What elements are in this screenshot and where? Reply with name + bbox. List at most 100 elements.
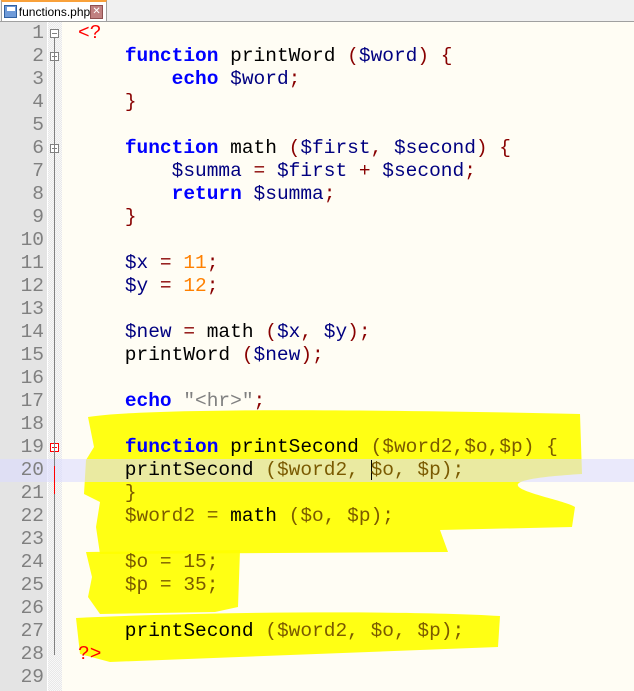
token-op: ; <box>206 551 219 573</box>
code-line[interactable]: 28 ?> <box>0 643 634 666</box>
token-op: = <box>148 252 184 274</box>
close-tab-button[interactable]: ✕ <box>90 4 103 19</box>
line-number: 19 <box>20 436 44 458</box>
token-op: ; <box>288 68 301 90</box>
code-line[interactable]: 7 $summa = $first + $second; <box>0 160 634 183</box>
token-var: $o <box>300 505 324 527</box>
code-text: printSecond ($word2, $o, $p); <box>78 459 464 482</box>
code-line[interactable]: 6 function math ($first, $second) { <box>0 137 634 160</box>
token-op: , <box>323 505 348 527</box>
code-editor[interactable]: 1 <? 2 function printWord ($word) {3 echo … <box>0 22 634 691</box>
code-line[interactable]: 26 <box>0 597 634 620</box>
code-text: $o = 15; <box>78 551 219 574</box>
token-num: 15 <box>183 551 207 573</box>
token-fn <box>78 390 125 412</box>
code-line[interactable]: 9 } <box>0 206 634 229</box>
code-line[interactable]: 5 <box>0 114 634 137</box>
code-line[interactable]: 1 <? <box>0 22 634 45</box>
fold-line <box>54 466 55 494</box>
token-op: ; <box>323 183 336 205</box>
token-op: ); <box>300 344 324 366</box>
token-op: ); <box>347 321 371 343</box>
line-number: 26 <box>20 597 44 619</box>
token-fn <box>78 505 125 527</box>
code-text: $word2 = math ($o, $p); <box>78 505 394 528</box>
line-number: 25 <box>20 574 44 596</box>
code-text: $new = math ($x, $y); <box>78 321 371 344</box>
fold-toggle-icon[interactable] <box>50 29 59 38</box>
code-line[interactable]: 17 echo "<hr>"; <box>0 390 634 413</box>
token-fn: printSecond <box>78 459 266 481</box>
code-line[interactable]: 25 $p = 35; <box>0 574 634 597</box>
code-text: $p = 35; <box>78 574 219 597</box>
token-kw: return <box>171 183 242 205</box>
token-op: ( <box>288 505 301 527</box>
code-line[interactable]: 2 function printWord ($word) { <box>0 45 634 68</box>
token-fn <box>242 183 254 205</box>
line-number: 7 <box>32 160 44 182</box>
tab-functions-php[interactable]: functions.php ✕ <box>1 0 107 21</box>
line-number: 11 <box>20 252 44 274</box>
token-var: $p <box>124 574 149 596</box>
code-line[interactable]: 13 <box>0 298 634 321</box>
line-number: 10 <box>20 229 44 251</box>
code-line[interactable]: 18 <box>0 413 634 436</box>
token-fn <box>78 91 125 113</box>
token-op: ) { <box>522 436 558 458</box>
code-line[interactable]: 11 $x = 11; <box>0 252 634 275</box>
token-op: ( <box>347 45 359 67</box>
token-op: ( <box>288 137 301 159</box>
token-op: = <box>241 160 277 182</box>
token-var: $x <box>276 321 301 343</box>
line-number: 21 <box>20 482 44 504</box>
code-line[interactable]: 24 $o = 15; <box>0 551 634 574</box>
tab-bar: functions.php ✕ <box>0 0 634 22</box>
line-number: 27 <box>20 620 44 642</box>
token-op: ; <box>206 275 219 297</box>
code-line[interactable]: 23 <box>0 528 634 551</box>
token-op: } <box>124 91 137 113</box>
fold-line <box>54 38 55 655</box>
code-line[interactable]: 3 echo $word; <box>0 68 634 91</box>
code-line[interactable]: 12 $y = 12; <box>0 275 634 298</box>
code-line[interactable]: 27 printSecond ($word2, $o, $p); <box>0 620 634 643</box>
code-line[interactable]: 22 $word2 = math ($o, $p); <box>0 505 634 528</box>
code-line[interactable]: 19 function printSecond ($word2,$o,$p) { <box>0 436 634 459</box>
token-var: $word2 <box>382 436 453 458</box>
token-op: ; <box>253 390 266 412</box>
line-number: 24 <box>20 551 44 573</box>
token-var: $p <box>347 505 371 527</box>
token-fn <box>78 321 125 343</box>
code-text: } <box>78 91 137 114</box>
code-line[interactable]: 16 <box>0 367 634 390</box>
code-line[interactable]: 14 $new = math ($x, $y); <box>0 321 634 344</box>
token-op: , <box>370 137 394 159</box>
code-text: } <box>78 206 137 229</box>
token-op: ) { <box>417 45 453 67</box>
code-text: function printSecond ($word2,$o,$p) { <box>78 436 558 459</box>
code-line[interactable]: 4 } <box>0 91 634 114</box>
token-op: = <box>148 551 184 573</box>
line-number: 29 <box>20 666 44 688</box>
code-line[interactable]: 10 <box>0 229 634 252</box>
token-fn: math <box>230 505 289 527</box>
line-number: 3 <box>32 68 44 90</box>
line-number: 28 <box>20 643 44 665</box>
token-var: $word <box>230 68 289 90</box>
token-op: ; <box>464 160 476 182</box>
token-fn <box>78 252 125 274</box>
code-text: $y = 12; <box>78 275 219 298</box>
token-op: , <box>347 459 371 481</box>
code-text: <? <box>78 22 101 45</box>
code-line[interactable]: 20 printSecond ($word2, $o, $p); <box>0 459 634 482</box>
code-line[interactable]: 15 printWord ($new); <box>0 344 634 367</box>
token-var: $word <box>358 45 418 67</box>
code-line[interactable]: 21 } <box>0 482 634 505</box>
token-var: $word2 <box>124 505 196 527</box>
token-op: = <box>171 321 207 343</box>
fold-line <box>54 167 55 218</box>
code-line[interactable]: 8 return $summa; <box>0 183 634 206</box>
code-line[interactable]: 29 <box>0 666 634 689</box>
token-op: = <box>148 275 184 297</box>
token-op: } <box>124 206 137 228</box>
